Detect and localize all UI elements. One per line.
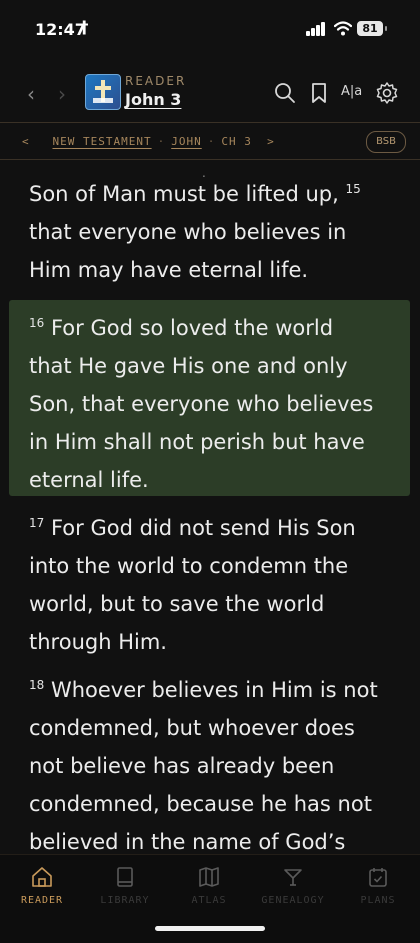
battery-indicator: 81 [357,21,387,36]
verse-18[interactable]: 18 Whoever believes in Him is not condem… [29,666,389,854]
translation-badge[interactable]: BSB [366,131,406,153]
home-indicator[interactable] [155,926,265,931]
verse-number: 18 [29,678,45,692]
breadcrumb-separator: · [157,135,166,148]
verse-number: 17 [29,516,45,530]
tab-reader[interactable]: READER [2,865,82,906]
text-size-icon[interactable]: A|a [341,84,362,99]
reader-header: ‹ › READER John 3 A|a [0,70,420,120]
verse-text: that everyone who believes in [29,220,347,244]
breadcrumb-back[interactable]: < [22,135,30,148]
status-bar: 12:47 † 81 [0,0,420,60]
verse-text: Whoever believes in Him is not condemned… [29,678,378,854]
breadcrumb-book[interactable]: JOHN [171,135,202,148]
breadcrumb: < NEW TESTAMENT · JOHN · CH 3 > BSB [0,122,420,160]
tab-label: ATLAS [191,895,227,906]
tab-label: LIBRARY [100,895,150,906]
reader-content[interactable]: . Son of Man must be lifted up, 15 that … [0,160,420,854]
verse-17[interactable]: 17 For God did not send His Son into the… [29,504,374,661]
calendar-check-icon [369,868,387,887]
tab-label: PLANS [360,895,396,906]
tab-atlas[interactable]: ATLAS [169,865,249,906]
header-kicker: READER [125,74,187,88]
verse-number: 16 [29,316,45,330]
family-tree-icon [284,869,302,886]
page-title[interactable]: John 3 [125,90,181,109]
gear-icon[interactable] [374,80,400,106]
chevron-left-icon[interactable]: ‹ [27,82,35,106]
book-icon [117,867,133,887]
map-icon [199,867,219,887]
tab-label: GENEALOGY [261,895,325,906]
verse-text: Him may have eternal life. [29,258,309,282]
app-logo [85,74,121,110]
tab-genealogy[interactable]: GENEALOGY [253,865,333,906]
breadcrumb-testament[interactable]: NEW TESTAMENT [53,135,152,148]
signal-icon [306,22,328,36]
bookmark-icon[interactable] [306,80,332,106]
status-extra-icon: † [80,18,89,38]
tab-library[interactable]: LIBRARY [85,865,165,906]
status-time: 12:47 [35,20,86,39]
wifi-icon [334,21,352,36]
search-icon[interactable] [272,80,298,106]
home-icon [32,867,52,887]
tab-plans[interactable]: PLANS [338,865,418,906]
breadcrumb-separator: · [207,135,216,148]
verse-text: For God so loved the world that He gave … [29,316,374,492]
breadcrumb-forward[interactable]: > [267,135,275,148]
verse-number: 15 [345,182,361,196]
verse-16[interactable]: 16 For God so loved the world that He ga… [29,304,374,499]
breadcrumb-chapter[interactable]: CH 3 [221,135,252,148]
verse-text: For God did not send His Son into the wo… [29,516,356,654]
tab-label: READER [20,895,64,906]
verse-15-partial[interactable]: Son of Man must be lifted up, 15 that ev… [29,170,389,289]
chevron-right-icon[interactable]: › [58,82,66,106]
verse-text: Son of Man must be lifted up, [29,182,339,206]
